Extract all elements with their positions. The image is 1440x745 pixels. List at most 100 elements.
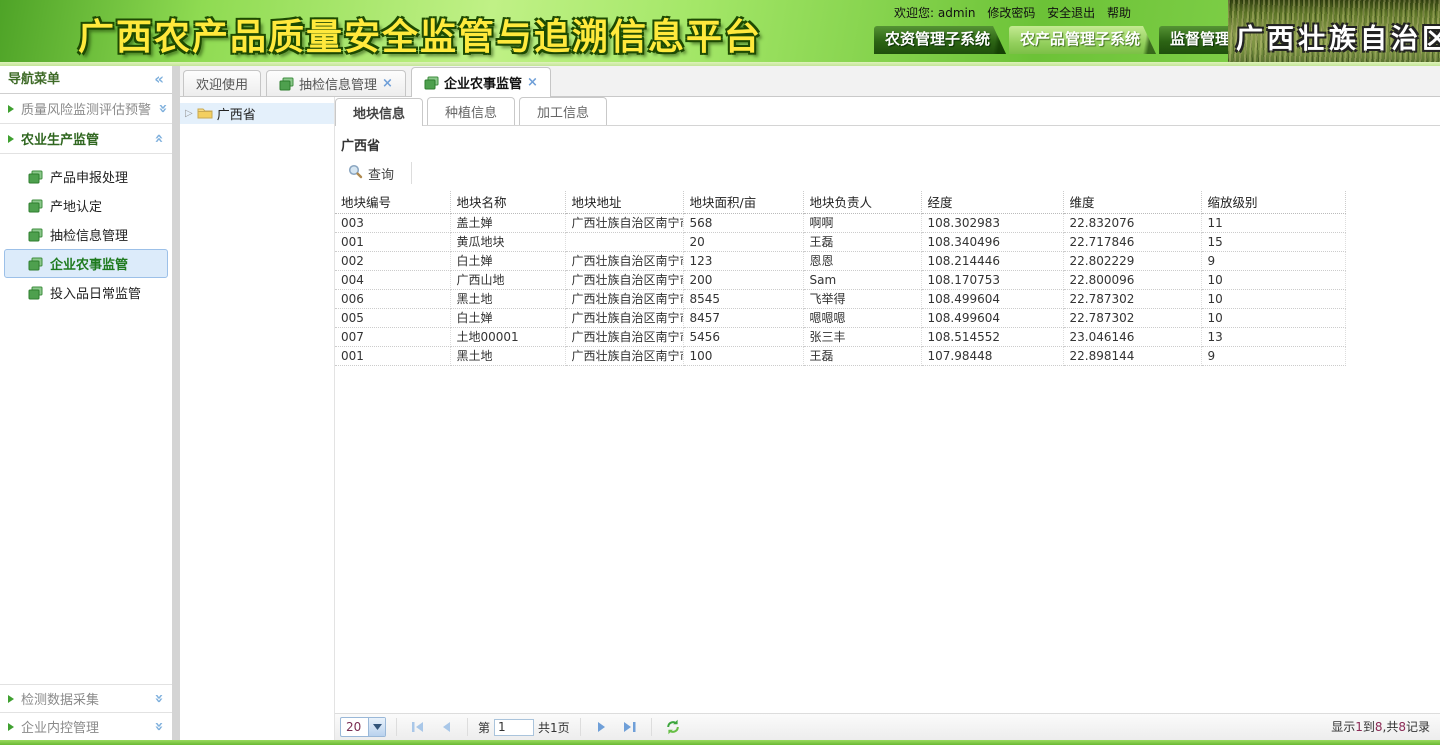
sidebar-divider[interactable] <box>172 66 180 740</box>
table-cell[interactable]: 广西壮族自治区南宁市 <box>565 289 683 308</box>
table-cell[interactable]: 9 <box>1201 346 1345 365</box>
table-cell[interactable]: 白土婵 <box>450 251 565 270</box>
table-row[interactable]: 004广西山地广西壮族自治区南宁市200Sam108.17075322.8000… <box>335 270 1345 289</box>
chevron-down-icon[interactable]: » <box>155 104 170 114</box>
table-cell[interactable]: 8457 <box>683 308 803 327</box>
table-cell[interactable]: 004 <box>335 270 450 289</box>
chevron-down-icon[interactable]: » <box>152 722 167 732</box>
prev-page-button[interactable] <box>435 717 457 737</box>
table-cell[interactable]: 22.898144 <box>1063 346 1201 365</box>
table-cell[interactable]: 22.800096 <box>1063 270 1201 289</box>
table-cell[interactable]: 003 <box>335 213 450 232</box>
table-cell[interactable]: 107.98448 <box>921 346 1063 365</box>
table-cell[interactable]: 100 <box>683 346 803 365</box>
sidebar-item-input-supervision[interactable]: 投入品日常监管 <box>4 278 168 307</box>
tab-sampling-info[interactable]: 抽检信息管理 × <box>266 70 406 96</box>
table-cell[interactable]: 啊啊 <box>803 213 921 232</box>
table-cell[interactable]: 王磊 <box>803 346 921 365</box>
table-cell[interactable]: 108.214446 <box>921 251 1063 270</box>
table-cell[interactable]: 001 <box>335 232 450 251</box>
table-cell[interactable]: 盖土婵 <box>450 213 565 232</box>
table-cell[interactable]: 15 <box>1201 232 1345 251</box>
col-header-plot-name[interactable]: 地块名称 <box>450 191 565 213</box>
table-cell[interactable]: 广西壮族自治区南宁市 <box>565 213 683 232</box>
tab-enterprise-farming[interactable]: 企业农事监管 × <box>411 67 551 97</box>
table-row[interactable]: 007土地00001广西壮族自治区南宁市5456张三丰108.51455223.… <box>335 327 1345 346</box>
table-row[interactable]: 003盖土婵广西壮族自治区南宁市568啊啊108.30298322.832076… <box>335 213 1345 232</box>
table-cell[interactable]: 22.787302 <box>1063 289 1201 308</box>
table-cell[interactable]: 13 <box>1201 327 1345 346</box>
subtab-processing-info[interactable]: 加工信息 <box>519 97 607 125</box>
table-cell[interactable]: 007 <box>335 327 450 346</box>
subsystem-tab-nongzi[interactable]: 农资管理子系统 <box>874 26 1006 54</box>
table-cell[interactable]: 108.499604 <box>921 308 1063 327</box>
table-cell[interactable]: 108.170753 <box>921 270 1063 289</box>
table-cell[interactable]: 108.302983 <box>921 213 1063 232</box>
table-cell[interactable]: 22.802229 <box>1063 251 1201 270</box>
subsystem-tab-nongchanpin[interactable]: 农产品管理子系统 <box>1009 26 1156 54</box>
table-cell[interactable]: 9 <box>1201 251 1345 270</box>
chevron-down-icon[interactable]: » <box>152 694 167 704</box>
table-cell[interactable]: 嗯嗯嗯 <box>803 308 921 327</box>
table-cell[interactable] <box>565 232 683 251</box>
chevron-up-icon[interactable]: « <box>152 134 167 144</box>
table-cell[interactable]: 568 <box>683 213 803 232</box>
table-row[interactable]: 001黑土地广西壮族自治区南宁市100王磊107.9844822.8981449 <box>335 346 1345 365</box>
help-link[interactable]: 帮助 <box>1107 6 1131 20</box>
table-cell[interactable]: 22.832076 <box>1063 213 1201 232</box>
table-cell[interactable]: 土地00001 <box>450 327 565 346</box>
table-cell[interactable]: 8545 <box>683 289 803 308</box>
collapse-sidebar-icon[interactable]: « <box>154 72 164 87</box>
table-cell[interactable]: 王磊 <box>803 232 921 251</box>
section-enterprise-internal-control[interactable]: 企业内控管理 » <box>0 712 172 740</box>
tab-welcome[interactable]: 欢迎使用 <box>183 70 261 96</box>
last-page-button[interactable] <box>619 717 641 737</box>
col-header-latitude[interactable]: 维度 <box>1063 191 1201 213</box>
table-cell[interactable]: Sam <box>803 270 921 289</box>
table-cell[interactable]: 黄瓜地块 <box>450 232 565 251</box>
table-cell[interactable]: 恩恩 <box>803 251 921 270</box>
section-agri-production[interactable]: 农业生产监管 « <box>0 124 172 154</box>
table-row[interactable]: 001黄瓜地块20王磊108.34049622.71784615 <box>335 232 1345 251</box>
table-cell[interactable]: 123 <box>683 251 803 270</box>
table-cell[interactable]: 广西壮族自治区南宁市 <box>565 327 683 346</box>
close-tab-icon[interactable]: × <box>527 75 538 90</box>
chevron-down-icon[interactable] <box>368 718 385 736</box>
table-cell[interactable]: 002 <box>335 251 450 270</box>
subtab-plot-info[interactable]: 地块信息 <box>335 98 423 126</box>
search-button[interactable]: 查询 <box>339 160 403 187</box>
col-header-zoom-level[interactable]: 缩放级别 <box>1201 191 1345 213</box>
section-risk-warning[interactable]: 质量风险监测评估预警 » <box>0 94 172 124</box>
close-tab-icon[interactable]: × <box>382 76 393 91</box>
sidebar-item-enterprise-farming[interactable]: 企业农事监管 <box>4 249 168 278</box>
table-cell[interactable]: 108.514552 <box>921 327 1063 346</box>
table-cell[interactable]: 11 <box>1201 213 1345 232</box>
table-cell[interactable]: 10 <box>1201 308 1345 327</box>
table-cell[interactable]: 23.046146 <box>1063 327 1201 346</box>
table-cell[interactable]: 5456 <box>683 327 803 346</box>
table-cell[interactable]: 22.787302 <box>1063 308 1201 327</box>
refresh-icon[interactable] <box>662 717 684 737</box>
table-cell[interactable]: 广西山地 <box>450 270 565 289</box>
current-page-input[interactable] <box>494 719 534 736</box>
col-header-plot-area[interactable]: 地块面积/亩 <box>683 191 803 213</box>
table-cell[interactable]: 广西壮族自治区南宁市 <box>565 251 683 270</box>
table-cell[interactable]: 白土婵 <box>450 308 565 327</box>
next-page-button[interactable] <box>591 717 613 737</box>
col-header-plot-id[interactable]: 地块编号 <box>335 191 450 213</box>
table-row[interactable]: 006黑土地广西壮族自治区南宁市8545飞举得108.49960422.7873… <box>335 289 1345 308</box>
table-cell[interactable]: 黑土地 <box>450 289 565 308</box>
change-password-link[interactable]: 修改密码 <box>987 6 1035 20</box>
col-header-longitude[interactable]: 经度 <box>921 191 1063 213</box>
table-cell[interactable]: 飞举得 <box>803 289 921 308</box>
col-header-plot-manager[interactable]: 地块负责人 <box>803 191 921 213</box>
table-cell[interactable]: 10 <box>1201 289 1345 308</box>
sidebar-item-product-declare[interactable]: 产品申报处理 <box>4 162 168 191</box>
sidebar-item-origin-certify[interactable]: 产地认定 <box>4 191 168 220</box>
table-cell[interactable]: 20 <box>683 232 803 251</box>
logout-link[interactable]: 安全退出 <box>1047 6 1095 20</box>
table-cell[interactable]: 广西壮族自治区南宁市 <box>565 270 683 289</box>
tree-expander-icon[interactable]: ▷ <box>185 108 193 119</box>
table-cell[interactable]: 广西壮族自治区南宁市 <box>565 308 683 327</box>
subtab-planting-info[interactable]: 种植信息 <box>427 97 515 125</box>
